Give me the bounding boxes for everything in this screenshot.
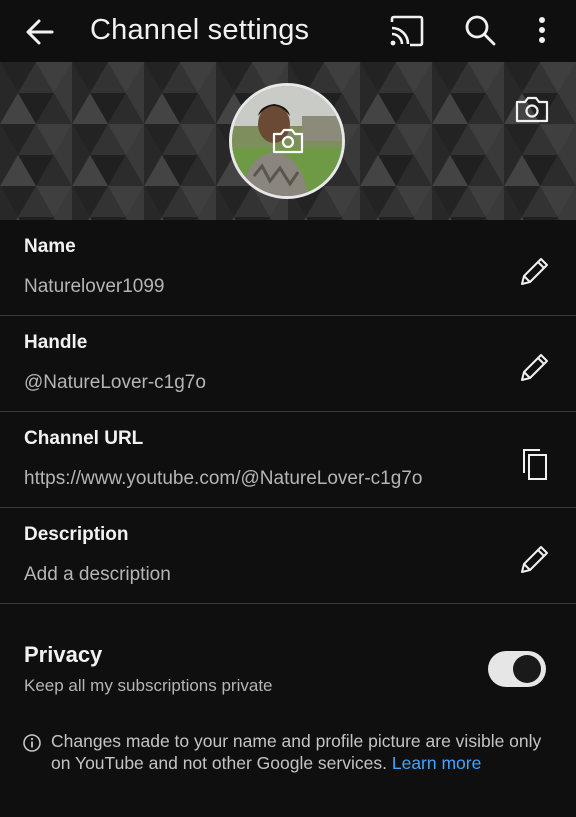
privacy-toggle[interactable] [488,651,546,687]
app-bar: Channel settings [0,0,576,62]
channel-url-row[interactable]: Channel URL https://www.youtube.com/@Nat… [0,412,576,508]
back-arrow-icon[interactable] [22,14,58,50]
handle-row[interactable]: Handle @NatureLover-c1g7o [0,316,576,412]
info-icon [23,734,41,752]
channel-url-label: Channel URL [24,428,144,449]
handle-label: Handle [24,332,88,353]
more-vert-icon[interactable] [528,12,556,48]
copy-icon[interactable] [516,446,552,482]
name-label: Name [24,236,76,257]
handle-value: @NatureLover-c1g7o [24,372,206,393]
banner-camera-icon[interactable] [514,94,550,124]
description-row[interactable]: Description Add a description [0,508,576,604]
name-row[interactable]: Name Naturelover1099 [0,220,576,316]
page-title: Channel settings [90,14,310,46]
edit-pencil-icon[interactable] [516,254,552,290]
name-value: Naturelover1099 [24,276,165,297]
avatar-camera-icon[interactable] [271,126,305,156]
description-value: Add a description [24,564,171,585]
cast-icon[interactable] [388,14,426,48]
learn-more-link[interactable]: Learn more [392,753,482,773]
edit-pencil-icon[interactable] [516,350,552,386]
channel-url-value: https://www.youtube.com/@NatureLover-c1g… [24,468,423,489]
edit-pencil-icon[interactable] [516,542,552,578]
privacy-title: Privacy [24,642,103,667]
search-icon[interactable] [462,12,498,48]
toggle-knob [513,655,541,683]
privacy-subtitle: Keep all my subscriptions private [24,676,273,695]
description-label: Description [24,524,129,545]
info-note: Changes made to your name and profile pi… [51,730,556,774]
